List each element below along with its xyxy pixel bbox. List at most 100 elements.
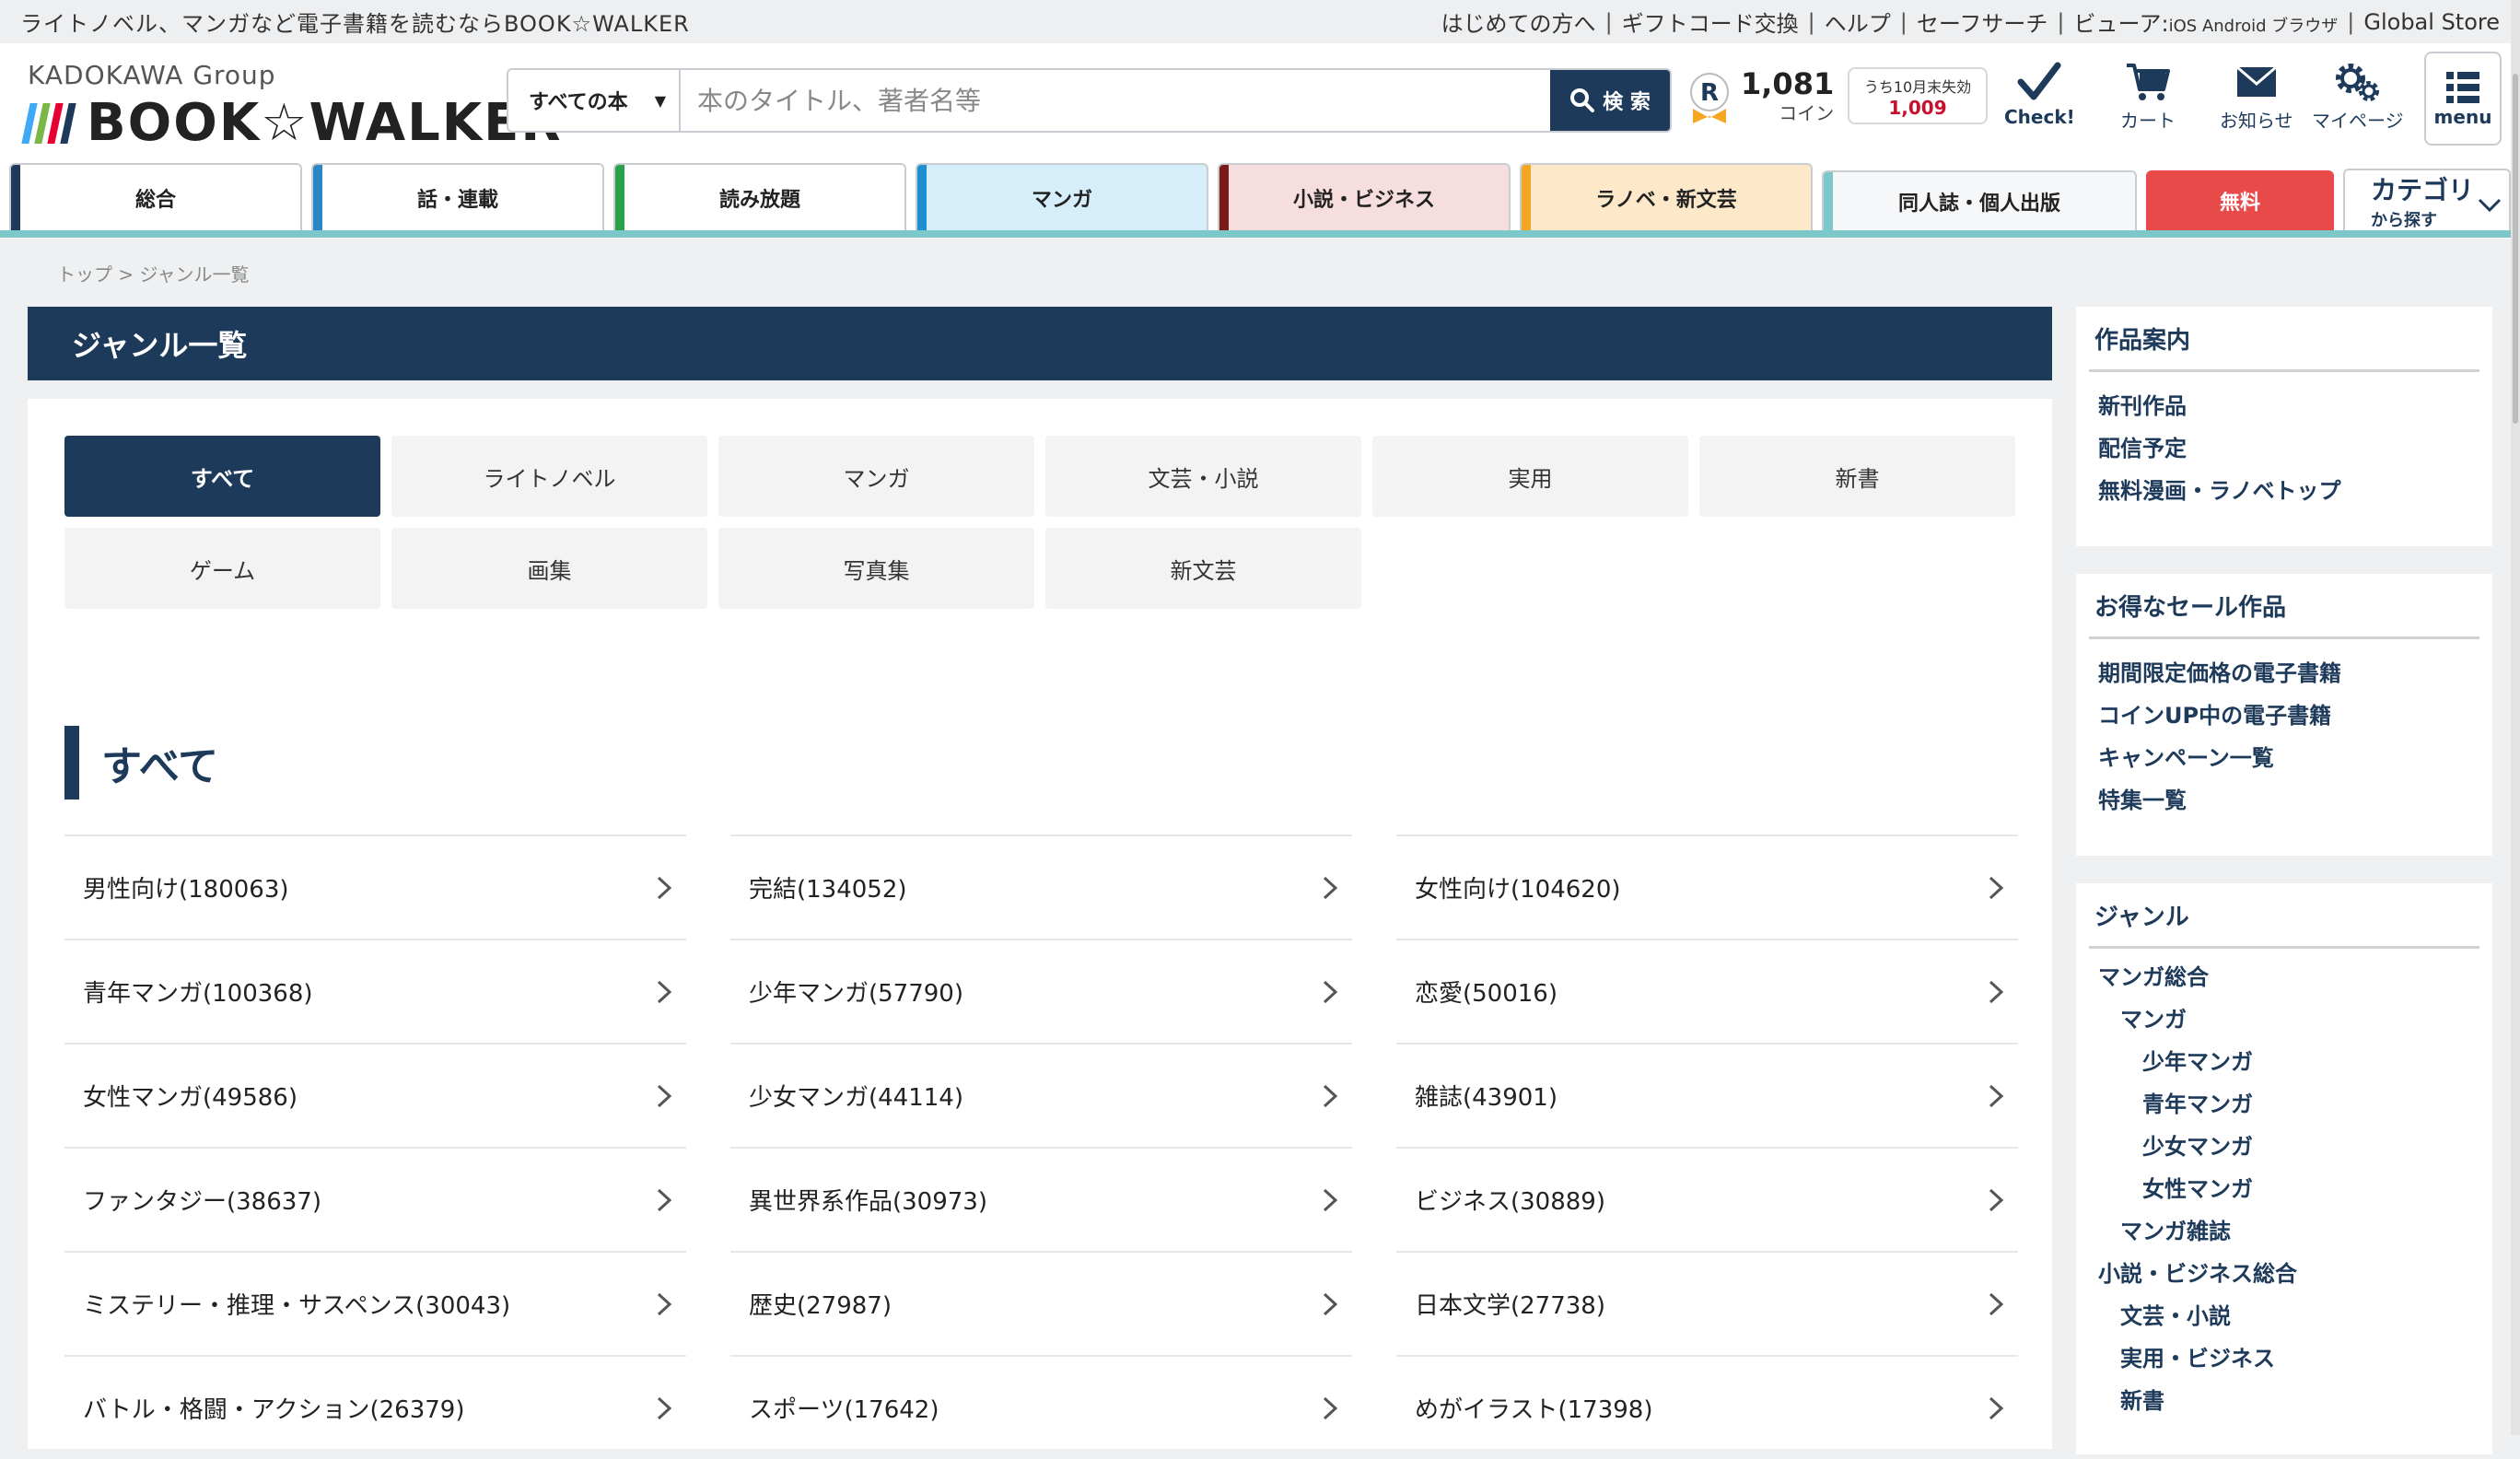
check-button[interactable]: Check!: [2004, 62, 2075, 128]
top-link-safe-search[interactable]: セーフサーチ: [1917, 6, 2048, 38]
genre-list-item[interactable]: 日本文学(27738): [1396, 1251, 2018, 1355]
genre-list-item[interactable]: 女性マンガ(49586): [64, 1043, 686, 1147]
genre-filter-button[interactable]: 新文芸: [1045, 528, 1361, 609]
tab-general[interactable]: 総合: [9, 163, 302, 230]
sidebar-genre-link[interactable]: マンガ総合: [2098, 959, 2209, 991]
cart-icon: [2127, 64, 2170, 100]
sidebar-link-free-top[interactable]: 無料漫画・ラノベトップ: [2098, 473, 2341, 505]
chevron-right-icon: [1323, 1292, 1338, 1315]
tab-unlimited[interactable]: 読み放題: [613, 163, 906, 230]
chevron-right-icon: [1989, 1188, 2004, 1211]
chevron-right-icon: [1989, 1396, 2004, 1419]
page-scrollbar[interactable]: [2511, 0, 2520, 1435]
genre-filter-button[interactable]: すべて: [64, 436, 380, 517]
envelope-icon: [2235, 65, 2277, 97]
menu-button[interactable]: menu: [2424, 52, 2502, 146]
top-link-global-store[interactable]: Global Store: [2363, 9, 2500, 35]
chevron-right-icon: [1989, 980, 2004, 1003]
logo-group-text: KADOKAWA Group: [28, 60, 276, 90]
genre-list-item-label: 女性マンガ(49586): [83, 1084, 298, 1112]
search-bar: すべての本▼ 検 索: [507, 68, 1672, 133]
sidebar-sale: お得なセール作品 期間限定価格の電子書籍 コインUP中の電子書籍 キャンペーン一…: [2076, 574, 2492, 856]
genre-list-item[interactable]: 青年マンガ(100368): [64, 939, 686, 1043]
genre-filter-button[interactable]: 新書: [1699, 436, 2015, 517]
sidebar-genre-link[interactable]: 青年マンガ: [2142, 1086, 2253, 1118]
sidebar-genre-link[interactable]: 文芸・小説: [2120, 1298, 2231, 1330]
genre-list-item[interactable]: ファンタジー(38637): [64, 1147, 686, 1251]
sidebar-genre-link[interactable]: 小説・ビジネス総合: [2098, 1255, 2297, 1288]
chevron-right-icon: [1323, 1188, 1338, 1211]
search-scope-select[interactable]: すべての本 ▼: [508, 70, 681, 131]
sidebar-genre-link[interactable]: 少女マンガ: [2142, 1128, 2253, 1161]
tab-free[interactable]: 無料: [2146, 170, 2334, 230]
genre-list-item[interactable]: 女性向け(104620): [1396, 835, 2018, 939]
genre-filter-button[interactable]: ゲーム: [64, 528, 380, 609]
chevron-right-icon: [657, 1396, 672, 1419]
sidebar-link-upcoming[interactable]: 配信予定: [2098, 430, 2187, 462]
genre-list-item[interactable]: ビジネス(30889): [1396, 1147, 2018, 1251]
top-link-beginner[interactable]: はじめての方へ: [1441, 6, 1596, 38]
sidebar-genre-link[interactable]: 実用・ビジネス: [2120, 1340, 2275, 1372]
tab-light-novel[interactable]: ラノベ・新文芸: [1520, 163, 1813, 230]
expiring-coins: うち10月末失効 1,009: [1848, 67, 1988, 124]
top-links: はじめての方へ | ギフトコード交換 | ヘルプ | セーフサーチ | ビューア:iOS…: [1441, 6, 2500, 38]
genre-list-item[interactable]: めがイラスト(17398): [1396, 1355, 2018, 1459]
tab-novel-business[interactable]: 小説・ビジネス: [1218, 163, 1511, 230]
top-bar: ライトノベル、マンガなど電子書籍を読むならBOOK☆WALKER はじめての方へ…: [0, 0, 2520, 43]
genre-list-item-label: 歴史(27987): [749, 1292, 892, 1320]
section-heading: すべて: [64, 726, 218, 800]
genre-list-item[interactable]: 完結(134052): [730, 835, 1352, 939]
genre-list-item[interactable]: 恋愛(50016): [1396, 939, 2018, 1043]
notice-button[interactable]: お知らせ: [2220, 62, 2293, 133]
genre-list-item-label: めがイラスト(17398): [1415, 1396, 1653, 1424]
genre-list-item[interactable]: 男性向け(180063): [64, 835, 686, 939]
genre-filter-button[interactable]: 実用: [1372, 436, 1688, 517]
genre-filter-button[interactable]: マンガ: [718, 436, 1034, 517]
genre-list-item-label: 完結(134052): [749, 876, 907, 904]
genre-filter-button[interactable]: ライトノベル: [391, 436, 707, 517]
category-nav: 総合 話・連載 読み放題 マンガ 小説・ビジネス ラノベ・新文芸 同人誌・個人出…: [0, 161, 2520, 239]
tab-manga[interactable]: マンガ: [916, 163, 1208, 230]
genre-list-item[interactable]: 歴史(27987): [730, 1251, 1352, 1355]
genre-list-item-label: 異世界系作品(30973): [749, 1188, 987, 1216]
breadcrumb[interactable]: トップ > ジャンル一覧: [57, 260, 249, 286]
sidebar-link-coin-up[interactable]: コインUP中の電子書籍: [2098, 697, 2331, 730]
genre-filter-button[interactable]: 文芸・小説: [1045, 436, 1361, 517]
sidebar-genre-link[interactable]: 新書: [2120, 1383, 2164, 1415]
site-logo[interactable]: BOOK☆WALKER: [21, 93, 563, 153]
svg-text:R: R: [1700, 79, 1719, 107]
genre-list-item[interactable]: バトル・格闘・アクション(26379): [64, 1355, 686, 1459]
search-input[interactable]: [681, 70, 1550, 131]
genre-filter-button[interactable]: 画集: [391, 528, 707, 609]
scrollbar-thumb[interactable]: [2513, 74, 2518, 424]
genre-list-item[interactable]: 雑誌(43901): [1396, 1043, 2018, 1147]
genre-list-item[interactable]: 少女マンガ(44114): [730, 1043, 1352, 1147]
gear-icon: [2335, 64, 2379, 101]
genre-list-item[interactable]: ミステリー・推理・サスペンス(30043): [64, 1251, 686, 1355]
coin-balance[interactable]: R 1,081 コイン: [1689, 69, 1834, 125]
logo-brand-text: BOOK☆WALKER: [87, 93, 563, 153]
genre-list-item[interactable]: 少年マンガ(57790): [730, 939, 1352, 1043]
sidebar-link-new-releases[interactable]: 新刊作品: [2098, 388, 2187, 420]
top-link-gift-code[interactable]: ギフトコード交換: [1622, 6, 1799, 38]
chevron-right-icon: [1323, 1396, 1338, 1419]
search-button[interactable]: 検 索: [1550, 70, 1670, 131]
sidebar-link-limited-price[interactable]: 期間限定価格の電子書籍: [2098, 655, 2341, 687]
tab-doujinshi[interactable]: 同人誌・個人出版: [1822, 170, 2137, 230]
sidebar-genre-link[interactable]: マンガ: [2120, 1001, 2187, 1033]
tab-episodes[interactable]: 話・連載: [311, 163, 604, 230]
genre-list-item[interactable]: スポーツ(17642): [730, 1355, 1352, 1459]
mypage-button[interactable]: マイページ: [2312, 62, 2404, 133]
cart-button[interactable]: カート: [2120, 62, 2176, 133]
site-tagline: ライトノベル、マンガなど電子書籍を読むならBOOK☆WALKER: [20, 11, 690, 37]
top-link-viewer[interactable]: ビューア:iOS Android ブラウザ: [2074, 6, 2339, 38]
sidebar-genre-link[interactable]: 女性マンガ: [2142, 1171, 2253, 1203]
sidebar-link-campaigns[interactable]: キャンペーン一覧: [2098, 740, 2274, 772]
sidebar-genre-link[interactable]: 少年マンガ: [2142, 1044, 2253, 1076]
sidebar-genre-link[interactable]: マンガ雑誌: [2120, 1213, 2231, 1245]
top-link-help[interactable]: ヘルプ: [1825, 6, 1891, 38]
genre-filter-button[interactable]: 写真集: [718, 528, 1034, 609]
sidebar-link-features[interactable]: 特集一覧: [2098, 782, 2187, 814]
tab-category-search[interactable]: カテゴリ から探す: [2343, 169, 2511, 230]
genre-list-item[interactable]: 異世界系作品(30973): [730, 1147, 1352, 1251]
